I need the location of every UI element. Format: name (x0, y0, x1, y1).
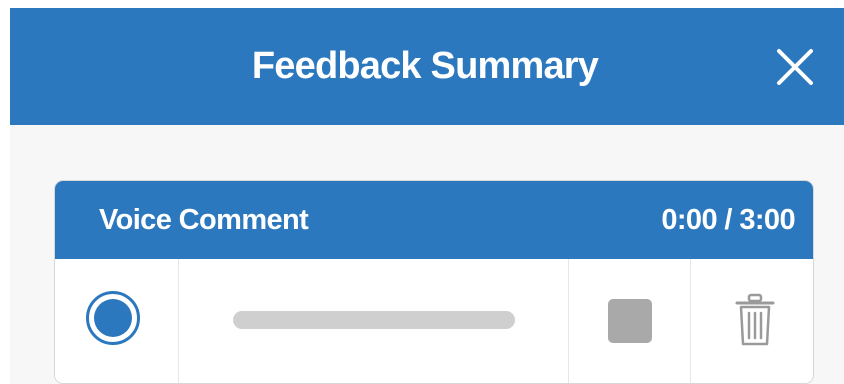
record-icon (94, 299, 132, 337)
stop-button[interactable] (608, 299, 652, 343)
voice-comment-title: Voice Comment (99, 204, 309, 236)
voice-comment-header: Voice Comment 0:00 / 3:00 (55, 181, 813, 259)
progress-cell (179, 259, 569, 383)
record-cell (55, 259, 179, 383)
recorder-controls (55, 259, 813, 383)
feedback-summary-panel: Feedback Summary Voice Comment 0:00 / 3:… (10, 8, 844, 384)
close-button[interactable] (774, 46, 816, 88)
playback-progress-bar[interactable] (233, 311, 515, 329)
trash-icon (735, 293, 775, 346)
stop-cell (569, 259, 691, 383)
voice-comment-card: Voice Comment 0:00 / 3:00 (54, 180, 814, 384)
delete-button[interactable] (735, 292, 775, 348)
panel-title: Feedback Summary (251, 45, 599, 87)
recording-time: 0:00 / 3:00 (661, 204, 795, 236)
record-button[interactable] (86, 291, 140, 345)
delete-cell (691, 259, 813, 383)
page: Feedback Summary Voice Comment 0:00 / 3:… (0, 0, 844, 384)
close-icon (777, 49, 813, 85)
panel-header: Feedback Summary (10, 8, 844, 125)
